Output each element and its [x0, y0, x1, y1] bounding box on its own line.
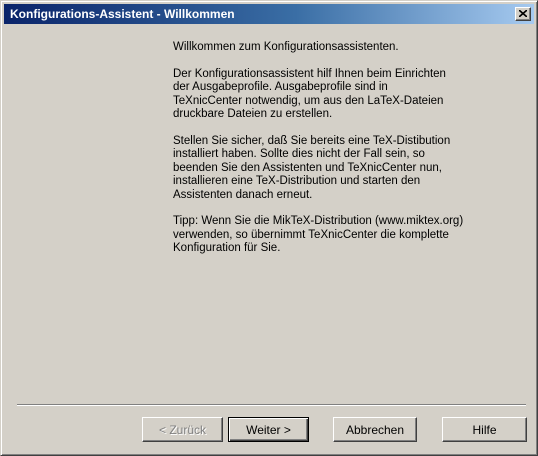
welcome-heading: Willkommen zum Konfigurationsassistenten… — [173, 41, 399, 53]
help-button[interactable]: Hilfe — [442, 417, 527, 442]
window-title: Konfigurations-Assistent - Willkommen — [10, 7, 235, 21]
cancel-button[interactable]: Abbrechen — [333, 417, 417, 442]
welcome-text: Willkommen zum Konfigurationsassistenten… — [173, 41, 518, 269]
close-button[interactable] — [515, 7, 531, 21]
tip-paragraph: Tipp: Wenn Sie die MikTeX-Distribution (… — [173, 215, 464, 254]
close-icon — [519, 10, 527, 17]
wizard-dialog: Konfigurations-Assistent - Willkommen Wi… — [0, 0, 538, 456]
prerequisite-paragraph: Stellen Sie sicher, daß Sie bereits eine… — [173, 134, 451, 201]
back-button[interactable]: < Zurück — [142, 417, 223, 442]
button-separator — [17, 404, 526, 406]
intro-paragraph: Der Konfigurationsassistent hilf Ihnen b… — [173, 67, 446, 121]
title-bar[interactable]: Konfigurations-Assistent - Willkommen — [4, 4, 534, 24]
next-button[interactable]: Weiter > — [228, 417, 309, 442]
